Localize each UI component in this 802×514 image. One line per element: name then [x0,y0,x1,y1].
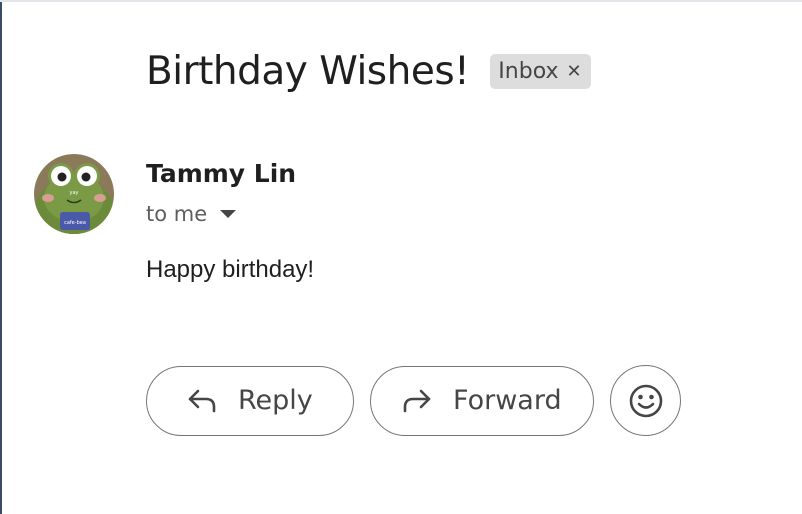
reply-arrow-icon [185,384,219,418]
message-actions: Reply Forward [146,365,681,436]
email-subject: Birthday Wishes! [146,48,470,94]
recipient-text: to me [146,202,208,226]
forward-arrow-icon [400,384,434,418]
frog-avatar-icon: yay cafe-bea [34,154,114,234]
emoji-reaction-button[interactable] [610,365,681,436]
label-chip-text: Inbox [498,58,559,84]
email-body: Happy birthday! [146,256,315,283]
inbox-label-chip[interactable]: Inbox ✕ [490,53,591,89]
forward-button[interactable]: Forward [370,365,594,436]
sender-name[interactable]: Tammy Lin [146,159,296,188]
caret-down-icon[interactable] [220,210,237,218]
recipient-details-toggle[interactable]: to me [146,202,237,226]
avatar-mug-text: cafe-bea [64,220,86,226]
reply-label: Reply [238,385,313,416]
smiley-face-icon [629,384,662,417]
forward-label: Forward [453,385,562,416]
avatar-text-top: yay [70,190,79,196]
email-header: Birthday Wishes! Inbox ✕ [146,44,591,98]
window-top-edge [0,0,802,2]
avatar[interactable]: yay cafe-bea [34,154,114,234]
close-icon[interactable]: ✕ [567,61,582,82]
window-left-edge [0,0,2,514]
reply-button[interactable]: Reply [146,365,354,436]
